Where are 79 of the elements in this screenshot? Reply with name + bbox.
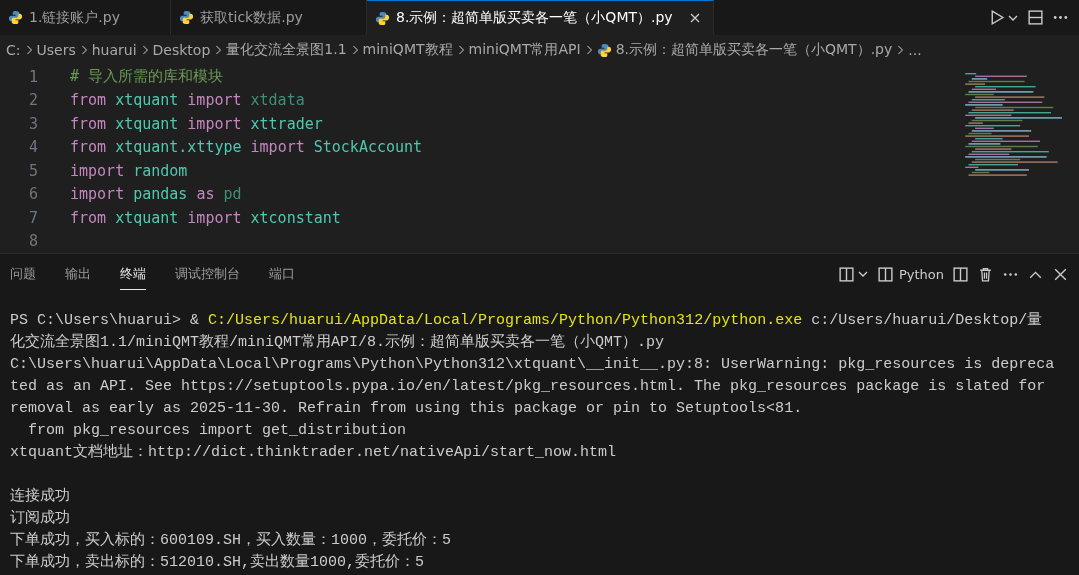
line-number: 8 [27, 232, 38, 251]
chevron-right-icon [896, 44, 905, 56]
code-token: import [187, 91, 242, 110]
line-number: 7 [27, 208, 38, 227]
code-token: xttrader [250, 114, 323, 133]
terminal-text: 订阅成功 [10, 510, 70, 527]
terminal-text: 连接成功 [10, 488, 70, 505]
python-file-icon [179, 10, 194, 25]
panel-tab[interactable]: 调试控制台 [175, 258, 240, 290]
line-number: 6 [27, 185, 38, 204]
python-file-icon [375, 10, 390, 26]
python-file-icon [8, 10, 23, 25]
code-token: as [196, 185, 215, 204]
panel-tab[interactable]: 输出 [65, 258, 91, 290]
breadcrumb-item[interactable]: Desktop [152, 42, 211, 58]
code-token: import [187, 208, 242, 227]
code-token: xtconstant [250, 208, 341, 227]
code-token: xtquant [115, 91, 179, 110]
panel-tab[interactable]: 问题 [10, 258, 36, 290]
code-token: # 导入所需的库和模块 [70, 67, 224, 87]
breadcrumb-item[interactable]: 量化交流全景图1.1 [226, 41, 347, 59]
chevron-right-icon [79, 44, 88, 56]
code-token: pd [223, 185, 242, 204]
line-number: 2 [27, 91, 38, 110]
code-token: xtdata [250, 91, 305, 110]
chevron-right-icon [214, 44, 223, 56]
chevron-right-icon [24, 44, 33, 56]
chevron-right-icon [350, 44, 359, 56]
code-token: xtquant [115, 114, 179, 133]
panel-tab[interactable]: 端口 [269, 258, 295, 290]
code-token: import [187, 114, 242, 133]
breadcrumb-item[interactable]: miniQMT教程 [362, 41, 453, 59]
breadcrumb-item[interactable]: miniQMT常用API [468, 41, 581, 59]
split-terminal-icon[interactable] [837, 265, 855, 283]
terminal-panel-icon [876, 265, 894, 283]
code-token: xtquant.xttype [115, 138, 242, 157]
terminal-text: C:\Users\huarui\AppData\Local\Programs\Python\Python312\xtquant\__init__.py:8: UserWarning: pkg_resources is depreca [10, 356, 1055, 373]
line-number: 4 [27, 138, 38, 157]
breadcrumb-item[interactable]: ... [908, 42, 922, 58]
terminal-text: from pkg_resources import get_distribution [27, 422, 407, 439]
terminal-selector[interactable]: Python [876, 265, 944, 283]
code-token: StockAccount [313, 138, 423, 157]
line-number: 5 [27, 161, 38, 180]
terminal-text: c:/Users/huarui/Desktop/量 [810, 312, 1043, 329]
terminal-text: removal as early as 2025-11-30. Refrain from using this package or pin to Setuptools<81. [10, 400, 803, 417]
split-editor-icon[interactable] [1027, 9, 1044, 26]
terminal-text: 化交流全景图1.1/miniQMT教程/miniQMT常用API/8.示例：超简单版买卖各一笔（小QMT）.py [10, 334, 665, 351]
terminal-text: xtquant文档地址：http://dict.thinktrader.net/nativeApi/start_now.html [10, 444, 617, 461]
breadcrumb-item[interactable]: 8.示例：超简单版买卖各一笔（小QMT）.py [615, 41, 893, 59]
code-token: random [133, 161, 188, 180]
chevron-right-icon [456, 44, 465, 56]
breadcrumb-item[interactable]: Users [36, 42, 76, 58]
code-token: from [70, 114, 107, 133]
code-token: xtquant [115, 208, 179, 227]
code-token: import [70, 161, 125, 180]
breadcrumb-item[interactable]: C: [6, 42, 21, 58]
code-token: import [70, 185, 125, 204]
trash-icon[interactable] [977, 265, 994, 283]
code-token: pandas [133, 185, 188, 204]
code-token: from [70, 138, 107, 157]
panel-tab[interactable]: 终端 [120, 258, 146, 290]
code-token: from [70, 208, 107, 227]
line-number: 3 [27, 114, 38, 133]
python-file-icon [596, 42, 612, 58]
terminal-text: 下单成功，买入标的：600109.SH，买入数量：1000，委托价：5 [10, 532, 452, 549]
shell-name: Python [898, 266, 944, 282]
code-token: from [70, 91, 107, 110]
split-terminal-icon[interactable] [952, 265, 969, 283]
editor-tab[interactable]: 8.示例：超简单版买卖各一笔（小QMT）.py [367, 0, 714, 35]
line-number: 1 [27, 67, 38, 86]
chevron-right-icon [584, 44, 593, 56]
close-icon[interactable] [688, 12, 701, 24]
terminal-text: ted as an API. See https://setuptools.pypa.io/en/latest/pkg_resources.html. The pkg_resources package is slated for [10, 378, 1046, 395]
code-token: import [250, 138, 305, 157]
terminal-text: 下单成功，卖出标的：512010.SH,卖出数量1000,委托价：5 [10, 554, 425, 571]
chevron-right-icon [140, 44, 149, 56]
terminal-text: PS C:\Users\huarui> & [10, 312, 201, 329]
breadcrumb-item[interactable]: huarui [91, 42, 137, 58]
terminal-text: C:/Users/huarui/AppData/Local/Programs/Python/Python312/python.exe [208, 312, 803, 329]
